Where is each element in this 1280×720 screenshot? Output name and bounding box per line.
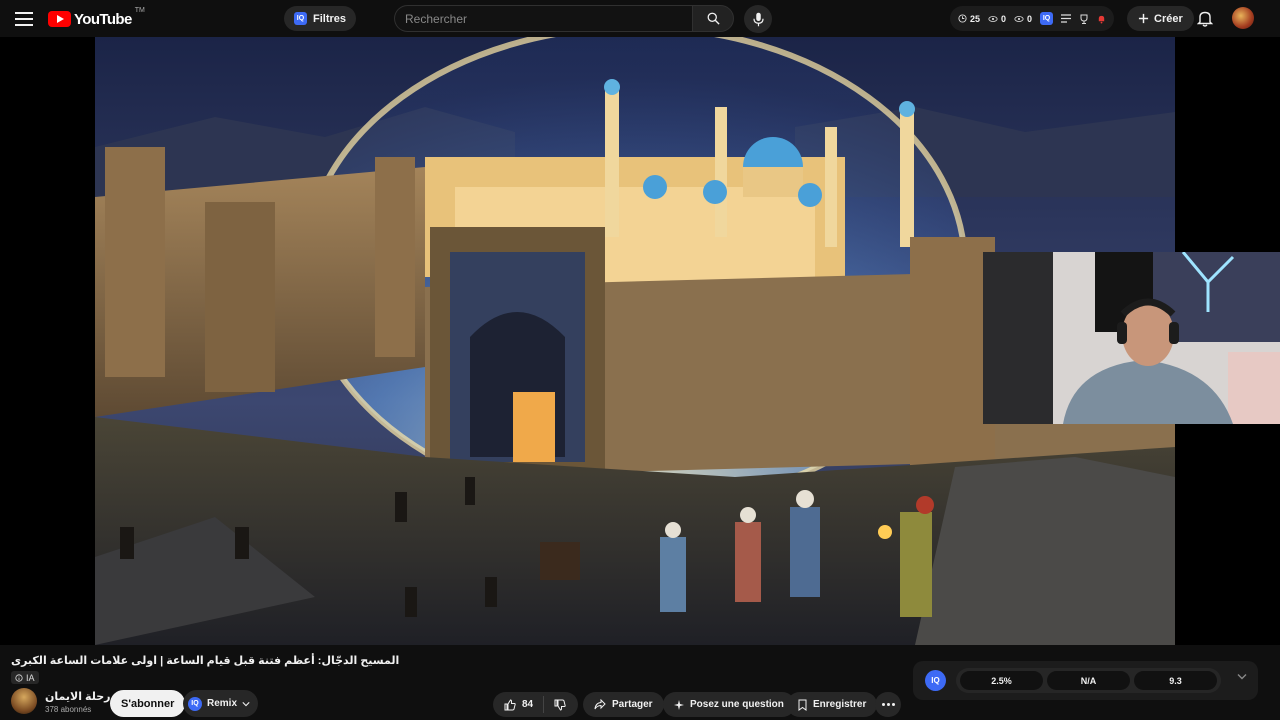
video-title: المسيح الدجّال: أعظم فتنة قبل قيام الساع… bbox=[11, 655, 400, 667]
sparkle-icon bbox=[674, 699, 684, 710]
search-icon bbox=[707, 12, 720, 25]
extension-stats[interactable]: 25 0 0 IQ bbox=[950, 6, 1115, 31]
iq-icon: IQ bbox=[188, 696, 202, 711]
search-input[interactable] bbox=[394, 5, 692, 32]
logo-trademark: TM bbox=[134, 7, 145, 14]
stat-clock-value: 25 bbox=[970, 13, 981, 24]
stat-views: 0 bbox=[988, 14, 1006, 24]
metric-one: 2.5% bbox=[960, 671, 1043, 690]
share-label: Partager bbox=[612, 699, 653, 710]
save-button[interactable]: Enregistrer bbox=[787, 692, 878, 717]
bookmark-icon bbox=[798, 699, 807, 711]
like-divider bbox=[543, 696, 545, 713]
ai-badge-label: IA bbox=[26, 672, 35, 683]
top-bar: YouTube TM IQ Filtres 25 0 0 IQ Cr bbox=[0, 0, 1280, 37]
create-button[interactable]: Créer bbox=[1127, 6, 1194, 31]
more-actions-button[interactable] bbox=[875, 692, 901, 717]
like-dislike-group: 84 bbox=[493, 692, 578, 717]
remix-button[interactable]: IQ Remix bbox=[183, 690, 259, 717]
account-avatar[interactable] bbox=[1232, 7, 1254, 29]
webcam-feed bbox=[983, 252, 1280, 424]
video-info: المسيح الدجّال: أعظم فتنة قبل قيام الساع… bbox=[0, 645, 1280, 720]
alert-bell-icon bbox=[1098, 15, 1105, 23]
metric-two: N/A bbox=[1047, 671, 1130, 690]
search-bar bbox=[394, 5, 734, 32]
metric-three: 9.3 bbox=[1134, 671, 1217, 690]
filters-label: Filtres bbox=[313, 12, 347, 25]
like-count: 84 bbox=[522, 699, 534, 710]
ask-question-label: Posez une question bbox=[690, 699, 784, 710]
list-icon bbox=[1061, 14, 1072, 23]
channel-avatar[interactable] bbox=[11, 688, 37, 714]
ai-badge: IA bbox=[11, 671, 39, 684]
chevron-down-icon bbox=[242, 701, 250, 706]
stat-views-value: 0 bbox=[1001, 13, 1007, 24]
dislike-icon[interactable] bbox=[554, 699, 566, 711]
stat-watchers: 0 bbox=[1014, 14, 1032, 24]
stat-watchers-value: 0 bbox=[1027, 13, 1033, 24]
eye-icon bbox=[1014, 15, 1024, 22]
play-logo-icon bbox=[48, 11, 71, 27]
chevron-down-icon[interactable] bbox=[1237, 673, 1247, 680]
metrics-bar: 2.5% N/A 9.3 bbox=[956, 668, 1221, 693]
save-label: Enregistrer bbox=[813, 699, 867, 710]
webcam-overlay bbox=[983, 252, 1280, 424]
remix-label: Remix bbox=[207, 698, 238, 709]
subscriber-count: 378 abonnés bbox=[45, 705, 92, 714]
bell-icon bbox=[1197, 11, 1213, 27]
share-button[interactable]: Partager bbox=[583, 692, 664, 717]
info-icon bbox=[15, 673, 23, 682]
ask-question-button[interactable]: Posez une question bbox=[663, 692, 795, 717]
like-icon[interactable] bbox=[504, 698, 516, 711]
more-icon bbox=[881, 703, 885, 706]
filters-button[interactable]: IQ Filtres bbox=[284, 6, 357, 31]
iq-badge[interactable]: IQ bbox=[925, 670, 946, 691]
more-icon bbox=[886, 703, 890, 706]
stat-clock: 25 bbox=[958, 14, 980, 24]
trophy-icon bbox=[1080, 14, 1088, 24]
iq-metrics-panel: IQ 2.5% N/A 9.3 bbox=[913, 661, 1258, 700]
iq-icon: IQ bbox=[1040, 12, 1054, 25]
channel-name[interactable]: رحلة الايمان bbox=[45, 690, 110, 703]
search-button[interactable] bbox=[692, 5, 734, 32]
menu-icon[interactable] bbox=[12, 8, 36, 30]
voice-search-button[interactable] bbox=[744, 5, 772, 33]
share-icon bbox=[594, 699, 606, 710]
iq-icon: IQ bbox=[294, 12, 307, 25]
mic-icon bbox=[752, 12, 764, 26]
more-icon bbox=[891, 703, 895, 706]
notifications-button[interactable] bbox=[1195, 8, 1215, 28]
youtube-logo[interactable]: YouTube TM bbox=[48, 7, 145, 29]
eye-icon bbox=[988, 15, 998, 22]
create-label: Créer bbox=[1154, 12, 1183, 25]
video-player[interactable] bbox=[0, 37, 1280, 645]
clock-icon bbox=[958, 14, 967, 23]
logo-text: YouTube bbox=[74, 10, 132, 28]
subscribe-button[interactable]: S'abonner bbox=[110, 690, 186, 717]
plus-icon bbox=[1138, 13, 1149, 24]
